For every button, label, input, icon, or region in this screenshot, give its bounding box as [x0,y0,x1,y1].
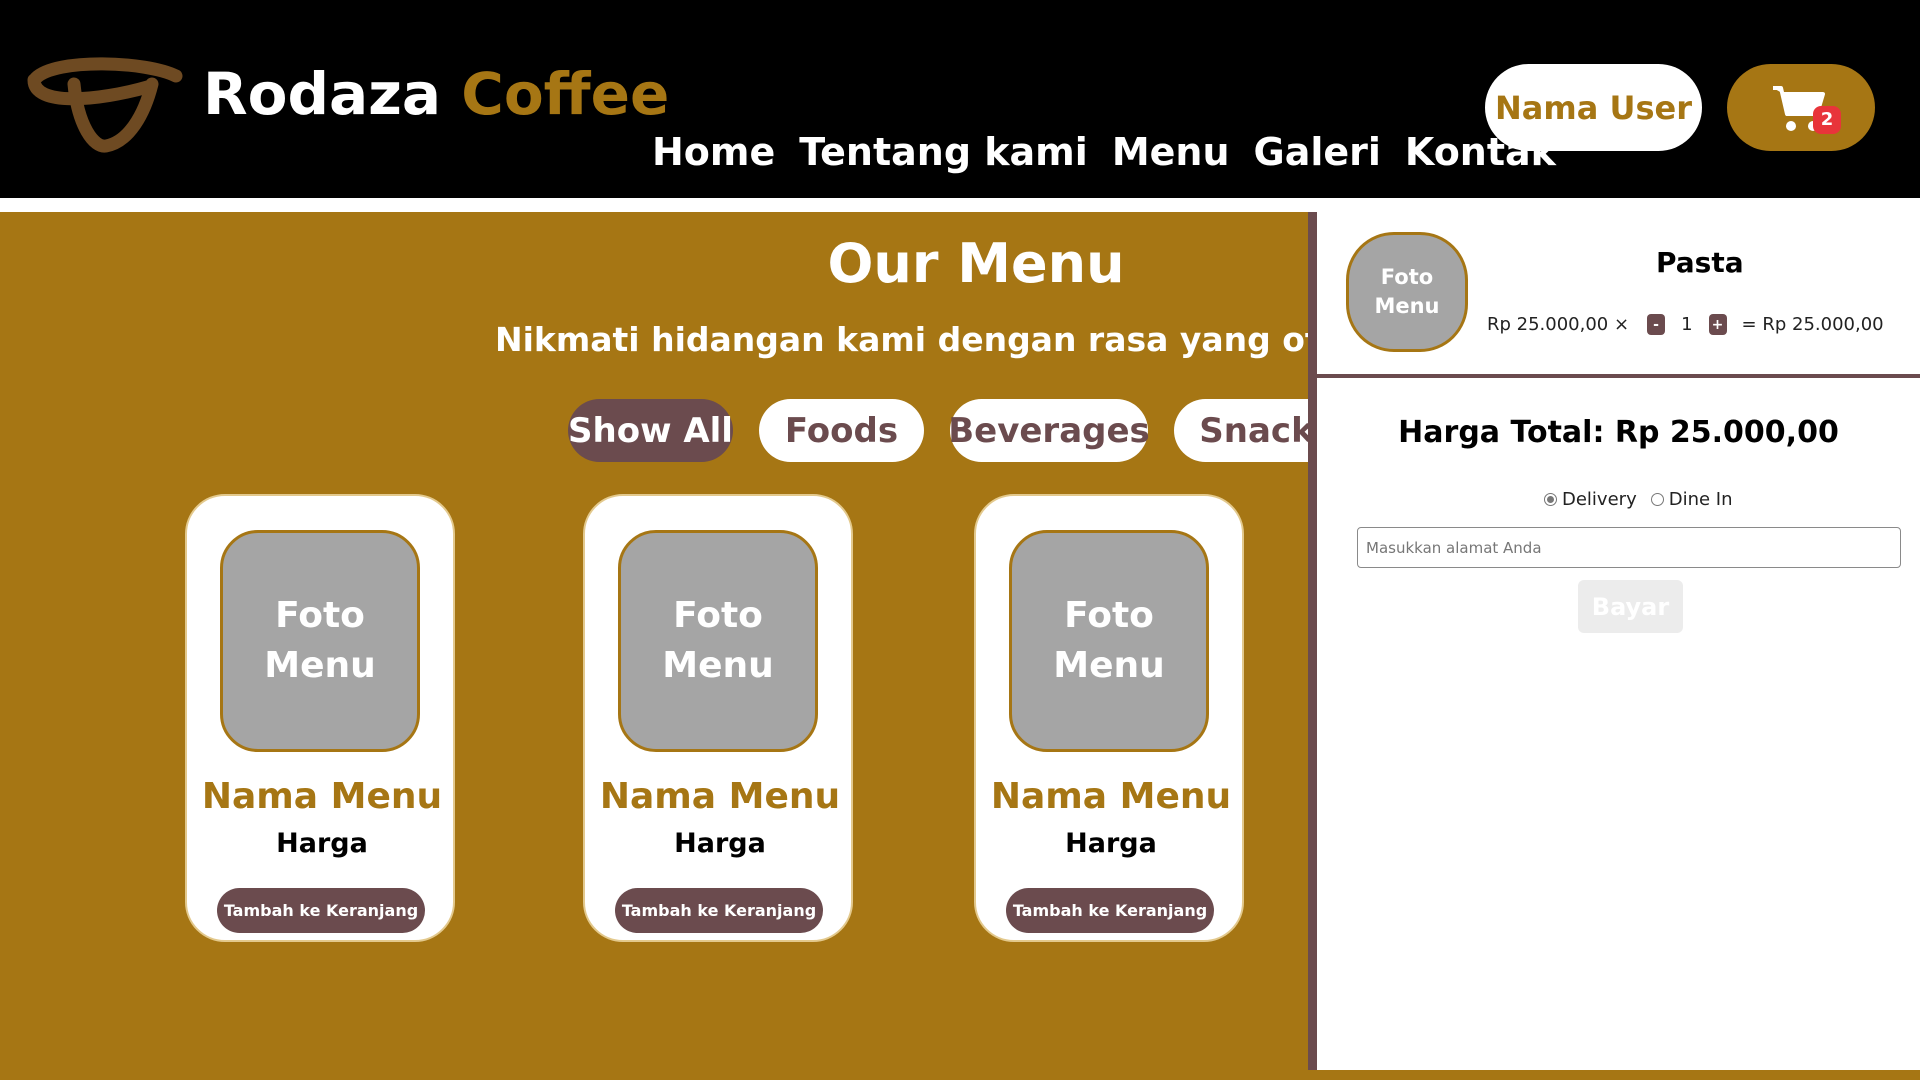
menu-photo-placeholder: Foto Menu [618,530,818,752]
cart-item-unit-price: Rp 25.000,00 × [1487,314,1630,335]
cart-item-quantity: 1 [1681,314,1693,335]
filter-foods[interactable]: Foods [759,399,924,462]
filter-show-all[interactable]: Show All [568,399,733,462]
menu-card: Foto Menu Nama Menu Harga Tambah ke Keran… [974,494,1244,942]
cart-item-subtotal: = Rp 25.000,00 [1741,314,1884,335]
menu-card: Foto Menu Nama Menu Harga Tambah ke Keran… [185,494,455,942]
brand-name-main: Rodaza [203,60,442,128]
decrease-quantity-button[interactable]: - [1647,314,1666,335]
address-input[interactable] [1357,527,1901,568]
add-to-cart-button[interactable]: Tambah ke Keranjang [217,888,425,933]
menu-name: Nama Menu [990,776,1232,817]
cart-button[interactable]: 2 [1727,64,1875,151]
menu-price: Harga [674,828,766,859]
user-button[interactable]: Nama User [1485,64,1702,151]
menu-photo-placeholder: Foto Menu [1009,530,1209,752]
nav-home[interactable]: Home [652,130,775,174]
cart-divider [1317,374,1920,378]
cart-item-row: Rp 25.000,00 × - 1 + = Rp 25.000,00 [1487,314,1884,335]
cart-item-photo-placeholder: Foto Menu [1346,232,1468,352]
pay-button[interactable]: Bayar [1578,580,1683,633]
brand-name-accent: Coffee [461,60,670,128]
cart-total: Harga Total: Rp 25.000,00 [1398,415,1839,450]
menu-card: Foto Menu Nama Menu Harga Tambah ke Keran… [583,494,853,942]
menu-price: Harga [1065,828,1157,859]
cart-count-badge: 2 [1813,105,1841,134]
menu-price: Harga [276,828,368,859]
menu-name: Nama Menu [599,776,841,817]
header: Rodaza Coffee Home Tentang kami Menu Gal… [0,0,1920,198]
delivery-label[interactable]: Delivery [1562,489,1637,510]
increase-quantity-button[interactable]: + [1708,314,1727,335]
add-to-cart-button[interactable]: Tambah ke Keranjang [1006,888,1214,933]
nav-menu[interactable]: Menu [1112,130,1230,174]
cart-panel: Foto Menu Pasta Rp 25.000,00 × - 1 + = Rp… [1308,212,1920,1070]
category-filters: Show All Foods Beverages Snack [568,399,1339,462]
main-nav: Home Tentang kami Menu Galeri Kontak [652,130,1556,174]
dine-in-label[interactable]: Dine In [1669,489,1733,510]
shopping-cart-icon: 2 [1771,82,1841,134]
menu-name: Nama Menu [201,776,443,817]
add-to-cart-button[interactable]: Tambah ke Keranjang [615,888,823,933]
nav-tentang-kami[interactable]: Tentang kami [799,130,1088,174]
order-type-options: Delivery Dine In [1544,489,1733,510]
dine-in-radio[interactable] [1650,493,1664,506]
delivery-radio[interactable] [1544,493,1557,506]
nav-galeri[interactable]: Galeri [1254,130,1381,174]
header-divider [0,198,1920,212]
filter-beverages[interactable]: Beverages [948,399,1150,462]
menu-photo-placeholder: Foto Menu [220,530,420,752]
brand-name[interactable]: Rodaza Coffee [203,60,669,128]
coffee-bean-swirl-icon[interactable] [26,56,186,156]
cart-item-name: Pasta [1656,246,1744,279]
